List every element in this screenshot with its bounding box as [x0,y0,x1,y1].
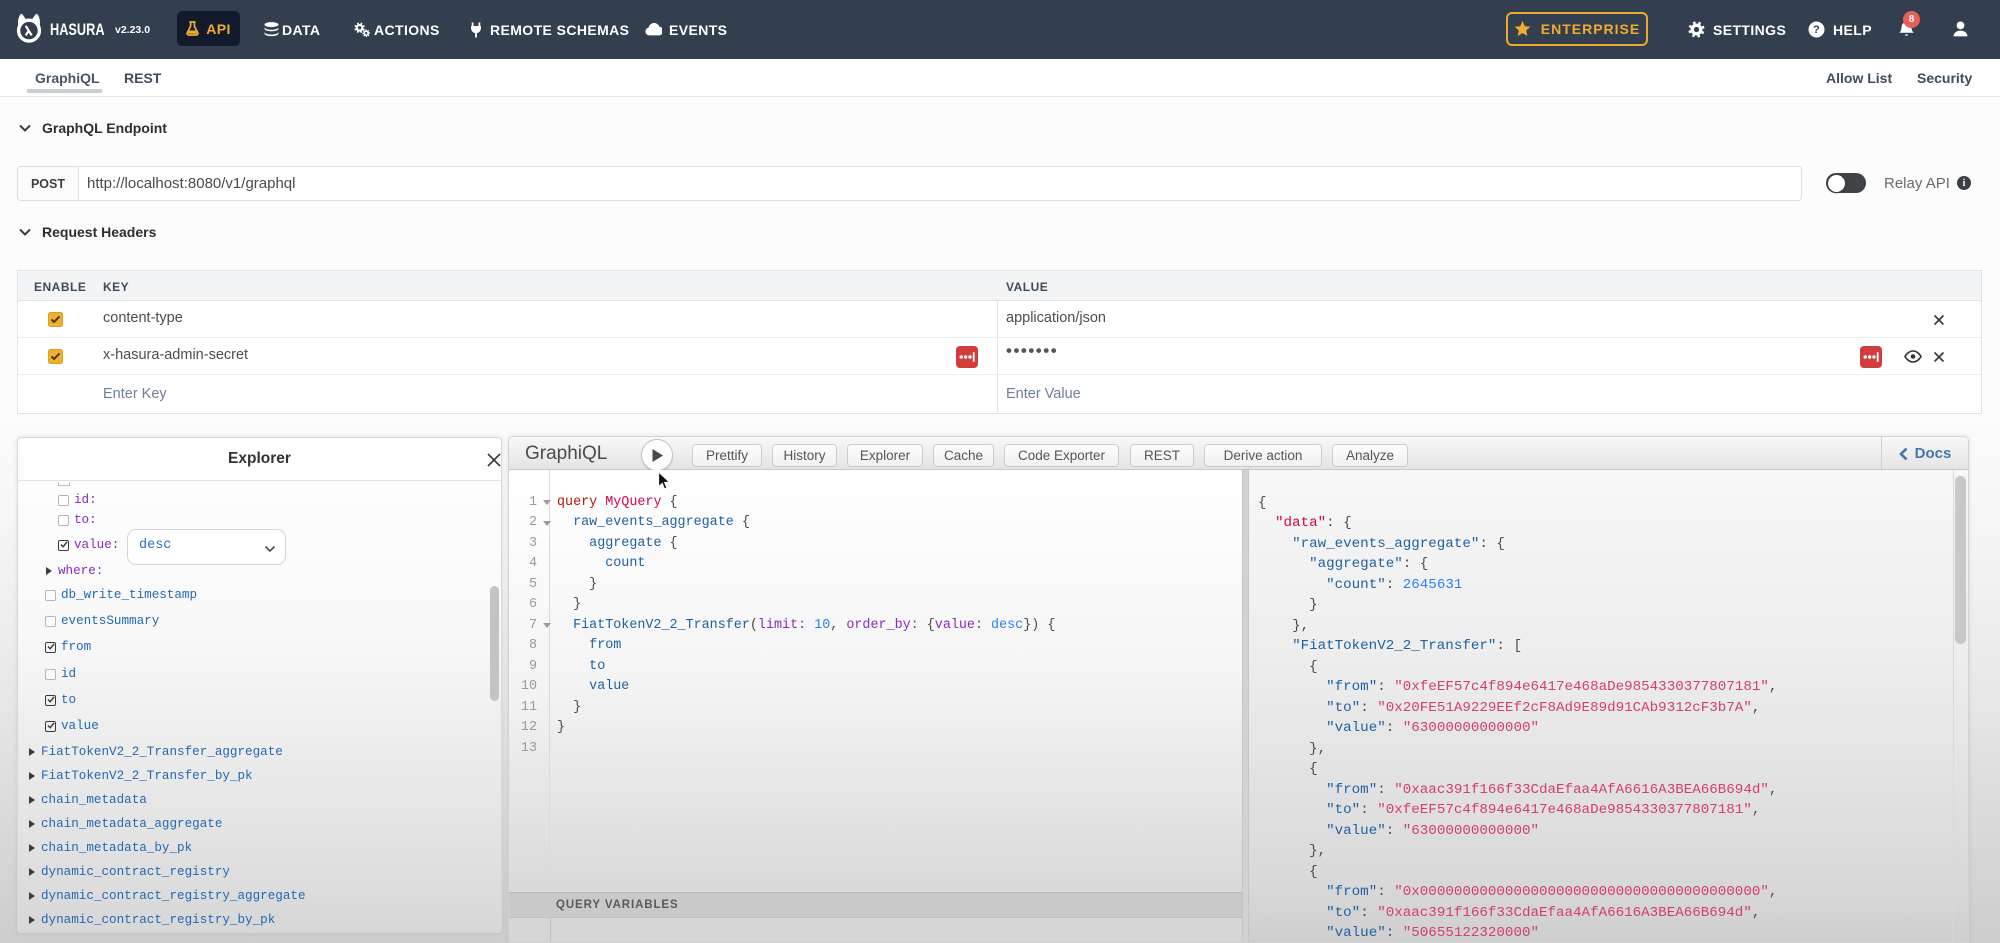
svg-text:?: ? [1813,24,1820,36]
